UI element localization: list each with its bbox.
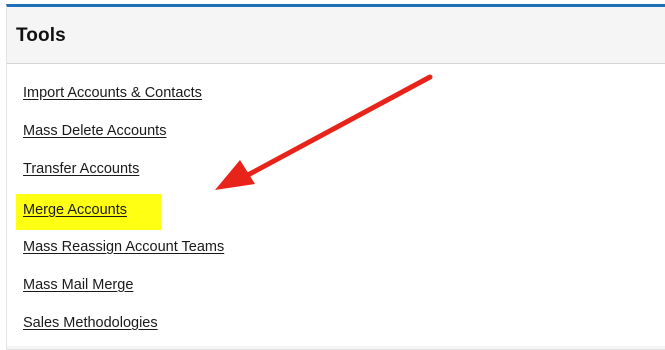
tools-panel: Tools Import Accounts & Contacts Mass De… (6, 4, 665, 350)
tool-item-mass-mail-merge: Mass Mail Merge (18, 272, 138, 298)
transfer-accounts-link[interactable]: Transfer Accounts (23, 161, 139, 177)
tool-item-merge-accounts: Merge Accounts (16, 194, 161, 230)
tool-item-import-accounts-contacts: Import Accounts & Contacts (18, 80, 207, 106)
tools-panel-body: Import Accounts & Contacts Mass Delete A… (7, 63, 665, 346)
merge-accounts-link[interactable]: Merge Accounts (23, 202, 127, 218)
sales-methodologies-link[interactable]: Sales Methodologies (23, 315, 158, 331)
mass-delete-accounts-link[interactable]: Mass Delete Accounts (23, 123, 166, 139)
tool-item-mass-reassign-account-teams: Mass Reassign Account Teams (18, 234, 229, 260)
tool-item-sales-methodologies: Sales Methodologies (18, 310, 163, 336)
import-accounts-contacts-link[interactable]: Import Accounts & Contacts (23, 85, 202, 101)
tool-item-mass-delete-accounts: Mass Delete Accounts (18, 118, 171, 144)
panel-title: Tools (16, 25, 66, 46)
tool-item-transfer-accounts: Transfer Accounts (18, 156, 144, 182)
mass-reassign-account-teams-link[interactable]: Mass Reassign Account Teams (23, 239, 224, 255)
mass-mail-merge-link[interactable]: Mass Mail Merge (23, 277, 133, 293)
